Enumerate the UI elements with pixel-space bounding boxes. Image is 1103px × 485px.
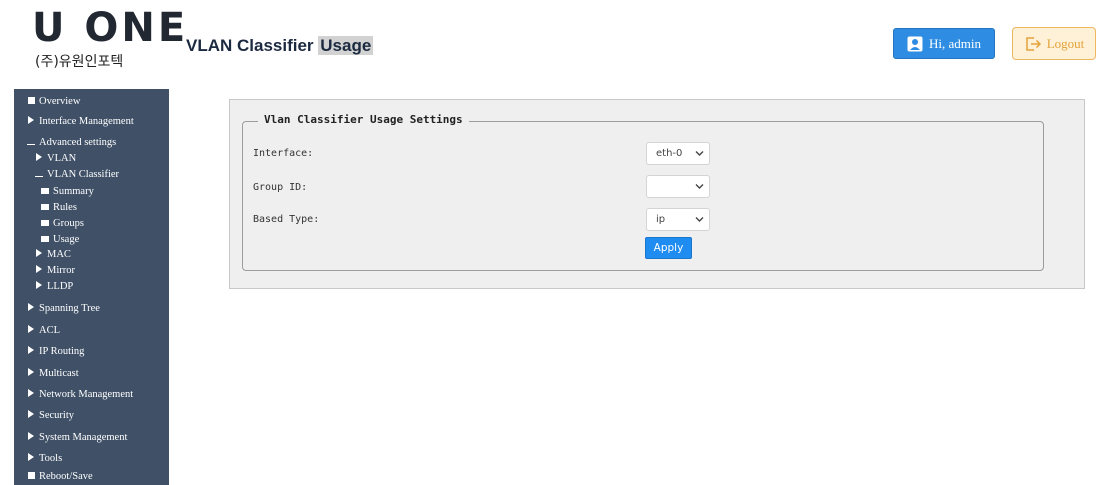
triangle-right-icon (26, 346, 36, 358)
triangle-right-icon (26, 325, 36, 337)
chevron-down-icon (695, 151, 704, 156)
based-type-select-value: ip (656, 214, 666, 225)
sidebar-item-multicast[interactable]: Multicast (26, 368, 79, 380)
sidebar-item-rules[interactable]: Rules (40, 201, 77, 214)
chevron-down-icon (695, 217, 704, 222)
page-title-highlight: Usage (318, 36, 374, 55)
chevron-down-icon (695, 184, 704, 189)
user-button[interactable]: Hi, admin (893, 28, 995, 59)
header: U ONE (주)유원인포텍 VLAN Classifier Usage Hi,… (0, 0, 1103, 88)
sidebar-item-tools[interactable]: Tools (26, 453, 62, 465)
sidebar-item-reboot-save[interactable]: Reboot/Save (26, 471, 93, 483)
square-bullet-icon (26, 96, 36, 108)
settings-panel: Vlan Classifier Usage Settings Interface… (229, 99, 1085, 289)
triangle-right-icon (26, 303, 36, 315)
sidebar-item-vlan-classifier[interactable]: VLAN Classifier (34, 169, 119, 181)
interface-select[interactable]: eth-0 (646, 142, 710, 165)
triangle-right-icon (26, 453, 36, 465)
triangle-right-icon (26, 432, 36, 444)
triangle-right-icon (34, 281, 44, 293)
sidebar-item-advanced-settings[interactable]: Advanced settings (26, 137, 116, 149)
sidebar-item-vlan[interactable]: VLAN (34, 153, 76, 165)
sidebar-item-spanning-tree[interactable]: Spanning Tree (26, 303, 100, 315)
user-button-label: Hi, admin (929, 35, 981, 51)
sidebar-item-summary[interactable]: Summary (40, 185, 94, 198)
triangle-right-icon (26, 410, 36, 422)
square-bullet-icon (40, 185, 50, 198)
user-badge-icon (907, 36, 923, 51)
logo-subtitle: (주)유원인포텍 (35, 54, 124, 70)
sidebar-item-system-management[interactable]: System Management (26, 432, 127, 444)
sidebar-item-mac[interactable]: MAC (34, 249, 71, 261)
group-id-label: Group ID: (253, 182, 308, 193)
sidebar-item-lldp[interactable]: LLDP (34, 281, 73, 293)
interface-select-value: eth-0 (656, 148, 683, 159)
square-bullet-icon (40, 201, 50, 214)
sidebar-item-overview[interactable]: Overview (26, 96, 80, 108)
square-bullet-icon (40, 233, 50, 246)
sidebar-item-network-management[interactable]: Network Management (26, 389, 133, 401)
triangle-right-icon (26, 389, 36, 401)
square-bullet-icon (26, 471, 36, 483)
logo: U ONE (주)유원인포텍 (32, 5, 189, 82)
settings-legend: Vlan Classifier Usage Settings (258, 113, 469, 126)
interface-label: Interface: (253, 148, 314, 159)
sidebar-item-acl[interactable]: ACL (26, 325, 60, 337)
dash-collapse-icon (34, 169, 44, 181)
sidebar: Overview Interface Management Advanced s… (14, 89, 169, 485)
logout-button-label: Logout (1046, 35, 1085, 51)
sidebar-item-usage[interactable]: Usage (40, 233, 79, 246)
triangle-right-icon (26, 368, 36, 380)
triangle-right-icon (34, 249, 44, 261)
sidebar-item-groups[interactable]: Groups (40, 217, 84, 230)
dash-collapse-icon (26, 137, 36, 149)
logout-arrow-icon (1025, 36, 1041, 51)
sidebar-item-ip-routing[interactable]: IP Routing (26, 346, 84, 358)
apply-button[interactable]: Apply (645, 237, 692, 259)
triangle-right-icon (34, 153, 44, 165)
sidebar-item-mirror[interactable]: Mirror (34, 265, 75, 277)
logo-text: U ONE (32, 5, 189, 51)
square-bullet-icon (40, 217, 50, 230)
settings-fieldset: Vlan Classifier Usage Settings Interface… (242, 113, 1044, 271)
sidebar-item-security[interactable]: Security (26, 410, 74, 422)
sidebar-item-interface-management[interactable]: Interface Management (26, 116, 134, 128)
page-title: VLAN Classifier Usage (186, 36, 374, 56)
triangle-right-icon (26, 116, 36, 128)
triangle-right-icon (34, 265, 44, 277)
based-type-label: Based Type: (253, 214, 320, 225)
group-id-select[interactable] (646, 175, 710, 198)
based-type-select[interactable]: ip (646, 208, 710, 231)
page-title-main: VLAN Classifier (186, 36, 314, 55)
logout-button[interactable]: Logout (1012, 27, 1096, 60)
